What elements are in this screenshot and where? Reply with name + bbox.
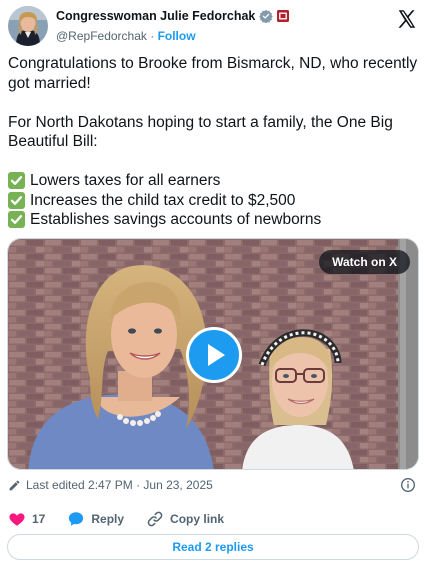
bullet-item: Increases the child tax credit to $2,500 — [8, 191, 418, 211]
bullet-text: Increases the child tax credit to $2,500 — [30, 191, 296, 209]
check-icon — [8, 191, 25, 209]
reply-label: Reply — [91, 512, 125, 526]
copy-link-button[interactable]: Copy link — [146, 510, 224, 528]
handle-row: @RepFedorchak · Follow — [56, 29, 196, 43]
edited-text: Last edited 2:47 PM · Jun 23, 2025 — [26, 478, 213, 492]
post-header: Congresswoman Julie Fedorchak @RepFedorc… — [8, 6, 418, 46]
link-icon — [147, 511, 163, 527]
heart-icon — [9, 513, 25, 526]
reply-button[interactable]: Reply — [67, 510, 124, 528]
x-logo-icon[interactable] — [396, 8, 418, 30]
separator: · — [146, 29, 158, 43]
post-text: Congratulations to Brooke from Bismarck,… — [8, 54, 418, 230]
read-replies-button[interactable]: Read 2 replies — [7, 534, 419, 560]
action-bar: 17 Reply Copy link — [8, 509, 408, 529]
info-icon[interactable] — [400, 477, 416, 493]
check-icon — [8, 211, 25, 229]
bullet-text: Lowers taxes for all earners — [30, 172, 221, 189]
play-icon — [208, 344, 225, 366]
check-icon — [8, 172, 25, 190]
name-row: Congresswoman Julie Fedorchak — [56, 9, 290, 23]
post-paragraph-1: Congratulations to Brooke from Bismarck,… — [8, 55, 418, 92]
like-count: 17 — [32, 512, 46, 526]
bullet-item: Establishes savings accounts of newborns — [8, 210, 418, 230]
watch-on-x-button[interactable]: Watch on X — [319, 250, 410, 274]
bullet-text: Establishes savings accounts of newborns — [30, 211, 322, 228]
flag-icon — [277, 10, 290, 22]
post-paragraph-2: For North Dakotans hoping to start a fam… — [8, 113, 393, 151]
display-name[interactable]: Congresswoman Julie Fedorchak — [56, 9, 255, 23]
verified-badge-icon — [259, 9, 274, 23]
edited-timestamp[interactable]: Last edited 2:47 PM · Jun 23, 2025 — [8, 478, 213, 492]
avatar[interactable] — [8, 6, 48, 46]
like-button[interactable]: 17 — [8, 510, 45, 528]
follow-button[interactable]: Follow — [158, 29, 196, 43]
bullet-item: Lowers taxes for all earners — [8, 171, 418, 191]
handle[interactable]: @RepFedorchak — [56, 29, 147, 43]
pencil-icon — [9, 480, 20, 490]
reply-bubble-icon — [69, 512, 84, 526]
video-player[interactable]: Watch on X — [7, 238, 419, 470]
avatar-image — [8, 6, 48, 46]
play-button[interactable] — [186, 327, 242, 383]
copy-link-label: Copy link — [170, 512, 225, 526]
